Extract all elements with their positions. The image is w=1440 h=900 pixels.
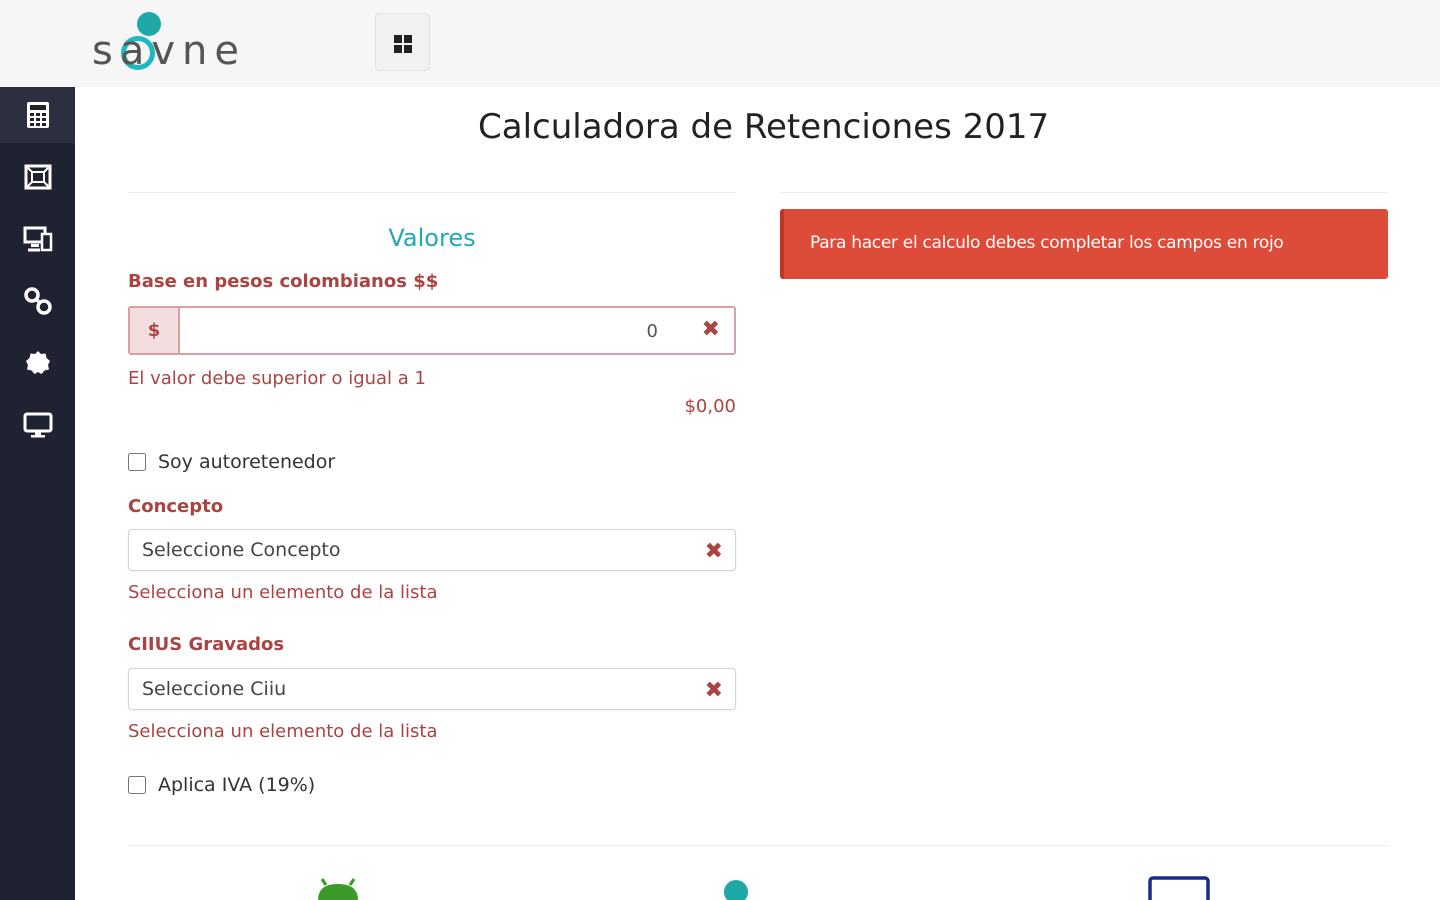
top-header: savne (0, 0, 1440, 87)
window-icon (1148, 876, 1210, 900)
base-input[interactable] (184, 314, 658, 348)
concepto-label: Concepto (128, 496, 224, 517)
iva-checkbox-row[interactable]: Aplica IVA (19%) (128, 774, 315, 796)
autoretenedor-label: Soy autoretenedor (158, 451, 336, 473)
divider-bottom (128, 845, 1388, 846)
sidebar-item-badge[interactable] (0, 335, 75, 391)
currency-addon: $ (130, 308, 180, 353)
link-icon (23, 287, 52, 315)
error-alert: Para hacer el calculo debes completar lo… (780, 209, 1388, 279)
logo-dot-icon (724, 880, 748, 900)
android-icon (318, 878, 358, 900)
calculator-icon (26, 102, 49, 128)
page-title: Calculadora de Retenciones 2017 (478, 107, 1050, 147)
section-title-valores: Valores (388, 224, 476, 252)
logo-text: savne (92, 28, 246, 74)
concepto-select[interactable]: Seleccione Concepto ✖ (128, 529, 736, 571)
devices-icon (23, 226, 52, 252)
divider-right (780, 192, 1388, 193)
concepto-error-text: Selecciona un elemento de la lista (128, 582, 438, 603)
frame-icon (24, 164, 51, 190)
concepto-select-text: Seleccione Concepto (142, 539, 341, 561)
savne-logo[interactable]: savne (92, 10, 262, 74)
grid-icon (394, 35, 412, 53)
sidebar-item-monitor[interactable] (0, 397, 75, 453)
autoretenedor-checkbox-row[interactable]: Soy autoretenedor (128, 451, 335, 473)
ciius-select-text: Seleccione Ciiu (142, 678, 287, 700)
divider-left (128, 192, 736, 193)
error-x-icon: ✖ (701, 317, 720, 342)
ciius-error-text: Selecciona un elemento de la lista (128, 721, 438, 742)
sidebar-item-devices[interactable] (0, 211, 75, 267)
monitor-icon (23, 412, 52, 438)
iva-label: Aplica IVA (19%) (158, 774, 316, 796)
sidebar-item-link[interactable] (0, 273, 75, 329)
sidebar-item-frame[interactable] (0, 149, 75, 205)
sidebar-item-calculator[interactable] (0, 87, 75, 143)
clear-x-icon[interactable]: ✖ (705, 541, 723, 563)
iva-checkbox[interactable] (128, 776, 146, 794)
ciius-select[interactable]: Seleccione Ciiu ✖ (128, 668, 736, 710)
menu-toggle-button[interactable] (375, 13, 430, 71)
badge-icon (25, 351, 50, 374)
base-formatted-value: $0,00 (684, 396, 736, 417)
base-error-text: El valor debe superior o igual a 1 (128, 368, 426, 389)
autoretenedor-checkbox[interactable] (128, 453, 146, 471)
clear-x-icon[interactable]: ✖ (705, 680, 723, 702)
base-label: Base en pesos colombianos $$ (128, 271, 439, 292)
ciius-label: CIIUS Gravados (128, 634, 285, 655)
sidebar (0, 87, 75, 900)
base-input-group: $ ✖ (128, 306, 736, 355)
